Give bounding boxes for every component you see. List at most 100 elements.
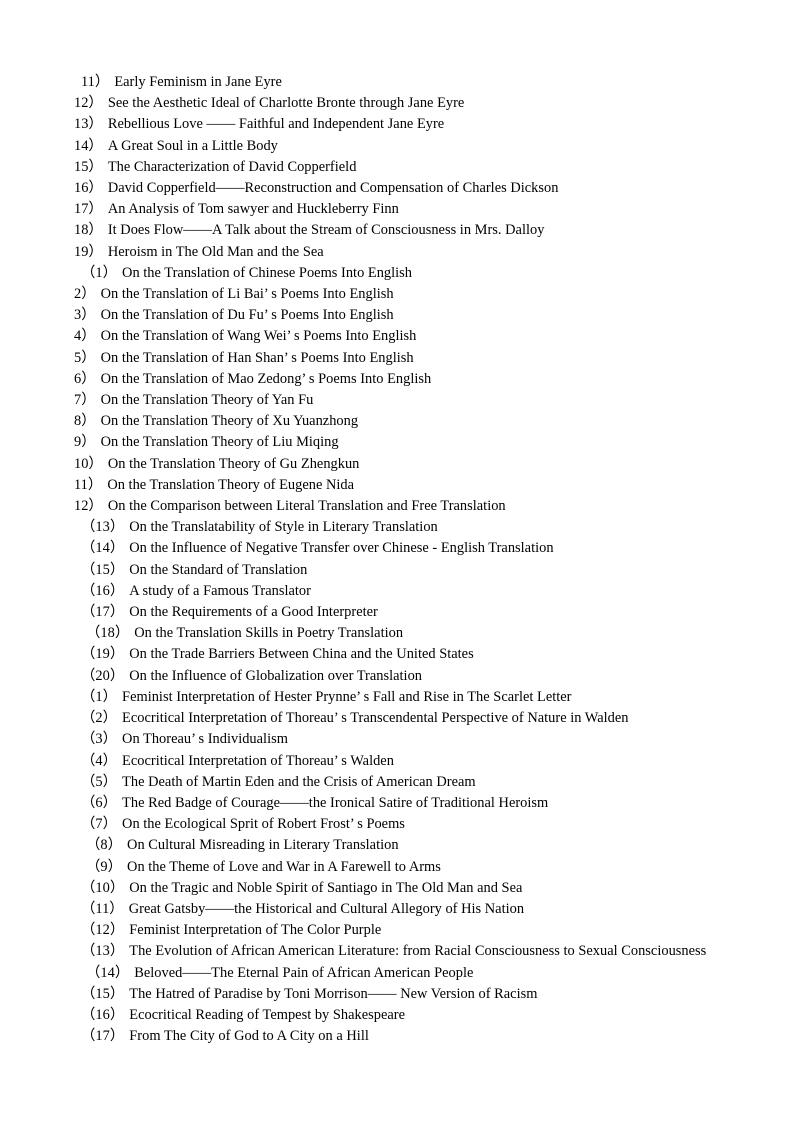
list-item: 19） Heroism in The Old Man and the Sea <box>74 242 734 263</box>
list-item: （6） The Red Badge of Courage——the Ironica… <box>74 793 734 814</box>
list-item: 9） On the Translation Theory of Liu Miqin… <box>74 432 734 453</box>
list-item-number: （16） <box>81 582 125 599</box>
list-item: （1） On the Translation of Chinese Poems I… <box>74 263 734 284</box>
list-item-title: On the Translation of Chinese Poems Into… <box>122 264 413 281</box>
list-item-number: 2） <box>74 286 96 303</box>
list-item-number: （1） <box>81 688 118 705</box>
list-item-title: David Copperfield——Reconstruction and Co… <box>107 180 559 197</box>
list-item: 13） Rebellious Love —— Faithful and Indep… <box>74 114 734 135</box>
list-item: 15） The Characterization of David Copperf… <box>74 157 734 178</box>
list-item-number: 11） <box>81 74 110 90</box>
list-item-number: （18） <box>86 625 130 642</box>
list-item: （19） On the Trade Barriers Between China … <box>74 644 734 665</box>
list-item-number: 14） <box>74 137 103 154</box>
list-item: 8） On the Translation Theory of Xu Yuanzh… <box>74 411 734 432</box>
list-item-number: （1） <box>81 264 118 281</box>
list-item-number: 6） <box>74 370 96 387</box>
list-item: 5） On the Translation of Han Shan’ s Poem… <box>74 348 734 369</box>
list-item-number: 5） <box>74 349 96 366</box>
list-item: 12） On the Comparison between Literal Tra… <box>74 496 734 517</box>
list-item-title: It Does Flow——A Talk about the Stream of… <box>107 222 545 239</box>
list-item-title: Beloved——The Eternal Pain of African Ame… <box>134 964 474 981</box>
list-item: （10） On the Tragic and Noble Spirit of Sa… <box>74 878 734 899</box>
list-item-number: （4） <box>81 752 118 769</box>
list-item-number: （2） <box>81 710 118 727</box>
list-item: 7） On the Translation Theory of Yan Fu <box>74 390 734 411</box>
list-item: （5） The Death of Martin Eden and the Cris… <box>74 772 734 793</box>
list-item-title: On the Theme of Love and War in A Farewe… <box>127 858 441 875</box>
list-item-title: Ecocritical Interpretation of Thoreau’ s… <box>122 710 629 727</box>
list-item-title: See the Aesthetic Ideal of Charlotte Bro… <box>107 95 465 112</box>
list-item-title: On the Translation of Wang Wei’ s Poems … <box>100 328 417 345</box>
list-item: 18） It Does Flow——A Talk about the Stream… <box>74 220 734 241</box>
list-item-title: On the Translation Theory of Xu Yuanzhon… <box>100 413 359 430</box>
list-item-number: （17） <box>81 1028 125 1045</box>
list-item-title: The Evolution of African American Litera… <box>129 943 707 960</box>
list-item-number: 10） <box>74 455 103 472</box>
list-item-number: （11） <box>81 900 124 917</box>
list-item-number: （3） <box>81 731 118 748</box>
list-item: （13） The Evolution of African American Li… <box>74 941 734 962</box>
list-item-number: （12） <box>81 922 125 939</box>
list-item-title: On the Ecological Sprit of Robert Frost’… <box>122 816 405 833</box>
list-item: （15） The Hatred of Paradise by Toni Morri… <box>74 984 734 1005</box>
list-item: （16） A study of a Famous Translator <box>74 581 734 602</box>
list-item-title: Feminist Interpretation of The Color Pur… <box>129 922 382 939</box>
list-item-number: （15） <box>81 561 125 578</box>
list-item-number: （7） <box>81 816 118 833</box>
list-item-title: On the Translation Theory of Yan Fu <box>100 392 314 409</box>
list-item-title: A Great Soul in a Little Body <box>107 137 278 154</box>
list-item-title: On the Translation Skills in Poetry Tran… <box>134 625 404 642</box>
list-item-title: On the Translation of Mao Zedong’ s Poem… <box>100 370 432 387</box>
list-item: 4） On the Translation of Wang Wei’ s Poem… <box>74 326 734 347</box>
list-item-title: Ecocritical Interpretation of Thoreau’ s… <box>122 752 394 769</box>
list-item-number: 7） <box>74 392 96 409</box>
list-item: （13） On the Translatability of Style in L… <box>74 517 734 538</box>
list-item-number: （13） <box>81 943 125 960</box>
list-item-number: 4） <box>74 328 96 345</box>
list-item: （3） On Thoreau’ s Individualism <box>74 729 734 750</box>
list-item-number: （10） <box>81 879 125 896</box>
list-item-title: On the Translatability of Style in Liter… <box>129 519 438 536</box>
document-page: 11） Early Feminism in Jane Eyre 12） See the… <box>0 0 794 1123</box>
list-item: （12） Feminist Interpretation of The Color… <box>74 920 734 941</box>
list-item-title: On Cultural Misreading in Literary Trans… <box>127 837 399 854</box>
list-item: （15） On the Standard of Translation <box>74 560 734 581</box>
list-item-number: 11） <box>74 476 103 493</box>
list-item-number: （9） <box>86 858 123 875</box>
list-item-number: 16） <box>74 180 103 197</box>
list-item: （2） Ecocritical Interpretation of Thoreau… <box>74 708 734 729</box>
list-item-title: Early Feminism in Jane Eyre <box>114 74 282 90</box>
list-item: 11） On the Translation Theory of Eugene N… <box>74 475 734 496</box>
list-item-number: 19） <box>74 243 103 260</box>
list-item-number: （16） <box>81 1006 125 1023</box>
list-item: 3） On the Translation of Du Fu’ s Poems I… <box>74 305 734 326</box>
list-item-title: On the Influence of Negative Transfer ov… <box>129 540 554 557</box>
list-item: （14） On the Influence of Negative Transfe… <box>74 538 734 559</box>
list-item: （17） On the Requirements of a Good Interp… <box>74 602 734 623</box>
list-item-number: 15） <box>74 158 103 175</box>
list-item-number: （14） <box>81 540 125 557</box>
list-item-number: 13） <box>74 116 103 133</box>
list-item: （7） On the Ecological Sprit of Robert Fro… <box>74 814 734 835</box>
list-item-title: Rebellious Love —— Faithful and Independ… <box>107 116 445 133</box>
list-item-title: On the Trade Barriers Between China and … <box>129 646 474 663</box>
list-item-number: （14） <box>86 964 130 981</box>
list-item: （9） On the Theme of Love and War in A Far… <box>74 857 734 878</box>
list-item: 11） Early Feminism in Jane Eyre <box>74 72 734 93</box>
list-item-number: 8） <box>74 413 96 430</box>
list-item: （17） From The City of God to A City on a … <box>74 1026 734 1047</box>
list-item-title: On the Standard of Translation <box>129 561 308 578</box>
thesis-topic-list: 11） Early Feminism in Jane Eyre 12） See the… <box>74 72 734 1047</box>
list-item-title: On the Translation Theory of Gu Zhengkun <box>107 455 360 472</box>
list-item-title: On the Translation Theory of Eugene Nida <box>107 476 355 493</box>
list-item: （11） Great Gatsby——the Historical and Cul… <box>74 899 734 920</box>
list-item-number: 12） <box>74 95 103 112</box>
list-item-title: Heroism in The Old Man and the Sea <box>107 243 324 260</box>
list-item-number: 17） <box>74 201 103 218</box>
list-item-title: On the Requirements of a Good Interprete… <box>129 604 378 621</box>
list-item-number: （8） <box>86 837 123 854</box>
list-item-title: On the Tragic and Noble Spirit of Santia… <box>129 879 523 896</box>
list-item-title: Great Gatsby——the Historical and Cultura… <box>128 900 525 917</box>
list-item-title: The Characterization of David Copperfiel… <box>107 158 357 175</box>
